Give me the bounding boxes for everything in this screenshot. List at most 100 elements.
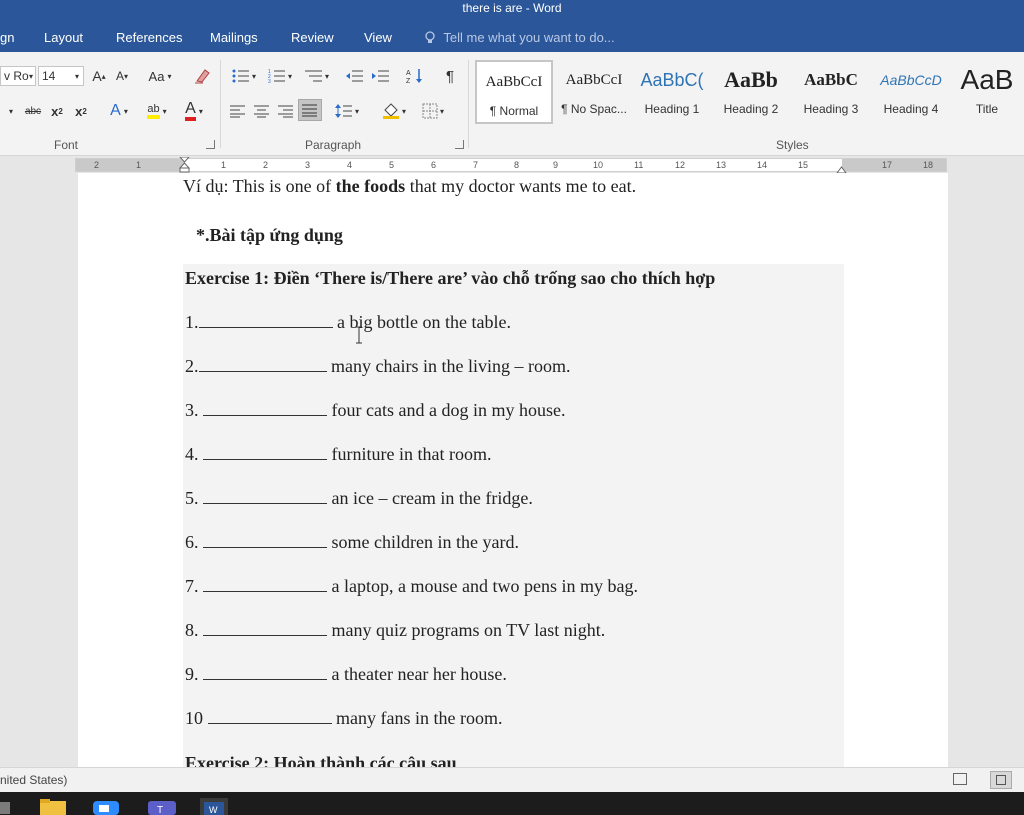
change-case-icon: Aa xyxy=(148,68,165,84)
font-color-button[interactable]: A ▾ xyxy=(178,100,210,122)
superscript-icon: x xyxy=(75,103,83,119)
item-text: a theater near her house. xyxy=(327,664,507,684)
highlight-button[interactable]: ab ▾ xyxy=(140,100,174,122)
tab-mailings[interactable]: Mailings xyxy=(210,30,258,45)
style-heading-2[interactable]: AaBb Heading 2 xyxy=(712,60,790,124)
exercise-shading xyxy=(183,264,844,767)
tab-view[interactable]: View xyxy=(364,30,392,45)
exercise-item: 9. a theater near her house. xyxy=(185,664,507,685)
answer-blank[interactable] xyxy=(203,488,327,504)
sort-button[interactable]: AZ xyxy=(404,65,426,87)
answer-blank[interactable] xyxy=(198,312,333,328)
strikethrough-button[interactable]: abc xyxy=(22,100,44,122)
numbering-button[interactable]: 1 2 3 ▾ xyxy=(264,65,296,87)
font-size-dropdown-icon[interactable]: ▾ xyxy=(72,65,82,87)
align-left-button[interactable] xyxy=(228,100,248,122)
style-name: Heading 1 xyxy=(644,102,700,116)
svg-text:W: W xyxy=(209,805,218,815)
ruler-tick: 14 xyxy=(757,160,768,170)
answer-blank[interactable] xyxy=(203,576,327,592)
answer-blank[interactable] xyxy=(203,620,327,636)
subscript-icon: x xyxy=(51,103,59,119)
word-icon[interactable]: W xyxy=(200,798,228,815)
ruler-tick: 4 xyxy=(347,160,353,170)
taskbar-app-icon[interactable] xyxy=(0,798,12,815)
item-number: 10 xyxy=(185,708,208,728)
answer-blank[interactable] xyxy=(198,356,327,372)
print-layout-icon[interactable] xyxy=(990,771,1012,789)
file-explorer-icon[interactable] xyxy=(40,798,66,815)
indent-marker-icon[interactable] xyxy=(179,157,190,173)
separator xyxy=(468,60,469,148)
line-spacing-button[interactable]: ▾ xyxy=(332,100,362,122)
ruler-left-margin xyxy=(76,159,184,171)
multilevel-list-button[interactable]: ▾ xyxy=(300,65,334,87)
read-mode-icon[interactable] xyxy=(953,773,967,785)
answer-blank[interactable] xyxy=(203,532,327,548)
exercise-item: 5. an ice – cream in the fridge. xyxy=(185,488,533,509)
decrease-indent-icon xyxy=(346,70,363,82)
status-language[interactable]: nited States) xyxy=(0,773,67,787)
sort-icon: AZ xyxy=(406,69,422,84)
paragraph-dialog-launcher[interactable] xyxy=(455,140,464,149)
window-title: there is are - Word xyxy=(462,1,562,15)
answer-blank[interactable] xyxy=(207,708,332,724)
align-right-button[interactable] xyxy=(276,100,296,122)
shrink-font-button[interactable]: A ▾ xyxy=(114,65,130,87)
teams-icon[interactable]: T xyxy=(148,798,176,815)
ruler-tick: 18 xyxy=(923,160,934,170)
zoom-icon[interactable] xyxy=(93,798,119,815)
borders-button[interactable]: ▾ xyxy=(416,100,450,122)
decrease-indent-button[interactable] xyxy=(344,65,366,87)
exercise2-title: Exercise 2: Hoàn thành các câu sau xyxy=(185,753,457,767)
answer-blank[interactable] xyxy=(203,664,327,680)
font-group-label: Font xyxy=(54,138,79,152)
document-page[interactable]: Ví dụ: This is one of the foods that my … xyxy=(78,173,948,767)
style-sample: AaBbCcI xyxy=(485,74,543,90)
subscript-button[interactable]: x2 xyxy=(48,100,66,122)
shading-button[interactable]: ▾ xyxy=(378,100,410,122)
style-no-spacing[interactable]: AaBbCcI ¶ No Spac... xyxy=(555,60,633,124)
grow-font-button[interactable]: A ▴ xyxy=(90,65,108,87)
tell-me-box[interactable]: Tell me what you want to do... xyxy=(424,30,615,45)
font-color-icon: A xyxy=(185,101,196,121)
change-case-button[interactable]: Aa ▾ xyxy=(144,65,176,87)
tab-references[interactable]: References xyxy=(116,30,182,45)
answer-blank[interactable] xyxy=(203,444,327,460)
answer-blank[interactable] xyxy=(203,400,327,416)
style-title[interactable]: AaB Title xyxy=(950,60,1024,124)
justify-button[interactable] xyxy=(298,99,322,121)
tab-design[interactable]: gn xyxy=(0,30,14,45)
item-number: 4. xyxy=(185,444,203,464)
font-row2-dropdown-icon[interactable]: ▾ xyxy=(6,100,16,122)
ruler-tick: 17 xyxy=(882,160,893,170)
text-effects-button[interactable]: A ▾ xyxy=(104,100,134,122)
example-suffix: that my doctor wants me to eat. xyxy=(405,176,637,196)
superscript-button[interactable]: x2 xyxy=(72,100,90,122)
increase-indent-button[interactable] xyxy=(370,65,392,87)
style-heading-1[interactable]: AaBbC( Heading 1 xyxy=(633,60,711,124)
font-name-dropdown-icon[interactable]: ▾ xyxy=(26,65,36,87)
line-spacing-icon xyxy=(334,104,352,118)
bullets-button[interactable]: ▾ xyxy=(228,65,260,87)
exercise1-title: Exercise 1: Điền ‘There is/There are’ và… xyxy=(185,268,716,288)
show-formatting-marks-button[interactable]: ¶ xyxy=(440,65,460,87)
document-area[interactable]: Ví dụ: This is one of the foods that my … xyxy=(0,173,1024,767)
style-name: Title xyxy=(975,102,999,116)
align-center-button[interactable] xyxy=(252,100,272,122)
item-number: 1. xyxy=(185,312,199,332)
horizontal-ruler[interactable]: 2 1 1 2 3 4 5 6 7 8 9 10 11 12 13 14 15 … xyxy=(75,157,947,174)
text-effects-icon: A xyxy=(110,102,121,119)
style-heading-3[interactable]: AaBbC Heading 3 xyxy=(792,60,870,124)
example-sentence: Ví dụ: This is one of the foods that my … xyxy=(183,176,636,197)
title-bar: there is are - Word xyxy=(0,0,1024,22)
tab-review[interactable]: Review xyxy=(291,30,334,45)
numbering-icon: 123 xyxy=(268,69,285,83)
tab-layout[interactable]: Layout xyxy=(44,30,83,45)
font-dialog-launcher[interactable] xyxy=(206,140,215,149)
style-normal[interactable]: AaBbCcI ¶ Normal xyxy=(475,60,553,124)
ruler-tick: 7 xyxy=(473,160,479,170)
clear-formatting-button[interactable] xyxy=(192,65,212,87)
pilcrow-icon: ¶ xyxy=(445,67,455,85)
style-heading-4[interactable]: AaBbCcD Heading 4 xyxy=(872,60,950,124)
